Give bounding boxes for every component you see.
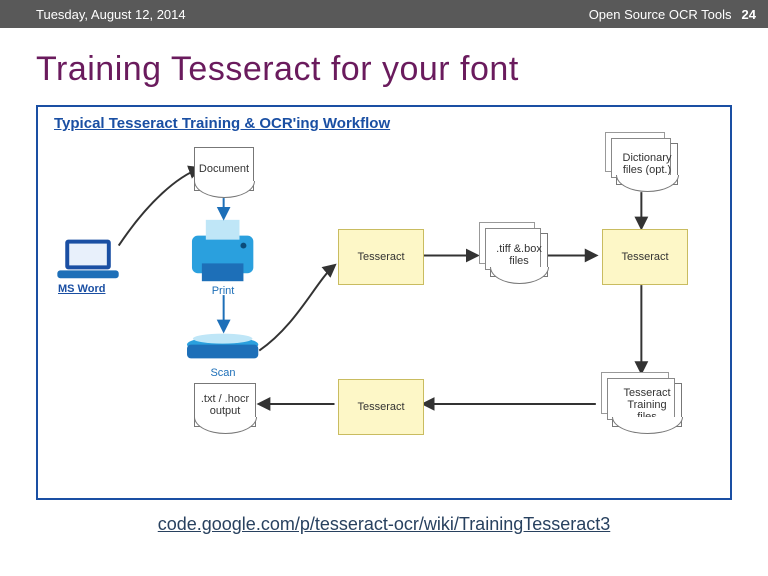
tesseract1-label: Tesseract	[357, 251, 404, 263]
header-deck-title: Open Source OCR Tools	[589, 7, 732, 22]
training-files-node: Tesseract Training files	[612, 383, 682, 427]
tiffbox-label: .tiff &.box files	[491, 243, 547, 267]
header-date: Tuesday, August 12, 2014	[36, 7, 186, 22]
print-label: Print	[208, 285, 238, 297]
printer-icon	[192, 220, 253, 281]
output-label: .txt / .hocr output	[195, 393, 255, 417]
tesseract-node-1: Tesseract	[338, 229, 424, 285]
diagram-title: Typical Tesseract Training & OCR'ing Wor…	[54, 115, 390, 132]
scan-label: Scan	[208, 367, 238, 379]
slide-title: Training Tesseract for your font	[36, 50, 732, 89]
laptop-icon	[57, 240, 118, 279]
wiki-link[interactable]: code.google.com/p/tesseract-ocr/wiki/Tra…	[158, 514, 611, 534]
slide-header: Tuesday, August 12, 2014 Open Source OCR…	[0, 0, 768, 28]
footer-link-container: code.google.com/p/tesseract-ocr/wiki/Tra…	[0, 514, 768, 535]
dictionary-node: Dictionary files (opt.)	[616, 143, 678, 185]
msword-label: MS Word	[58, 283, 105, 295]
tesseract3-label: Tesseract	[357, 401, 404, 413]
document-label: Document	[199, 163, 249, 175]
training-files-label: Tesseract Training files	[613, 387, 681, 423]
tesseract-node-3: Tesseract	[338, 379, 424, 435]
scanner-icon	[187, 334, 258, 359]
dictionary-label: Dictionary files (opt.)	[617, 152, 677, 176]
document-node: Document	[194, 147, 254, 191]
output-node: .txt / .hocr output	[194, 383, 256, 427]
header-page-number: 24	[742, 7, 756, 22]
tiff-box-node: .tiff &.box files	[490, 233, 548, 277]
tesseract-node-2: Tesseract	[602, 229, 688, 285]
workflow-diagram: Typical Tesseract Training & OCR'ing Wor…	[36, 105, 732, 500]
tesseract2-label: Tesseract	[621, 251, 668, 263]
